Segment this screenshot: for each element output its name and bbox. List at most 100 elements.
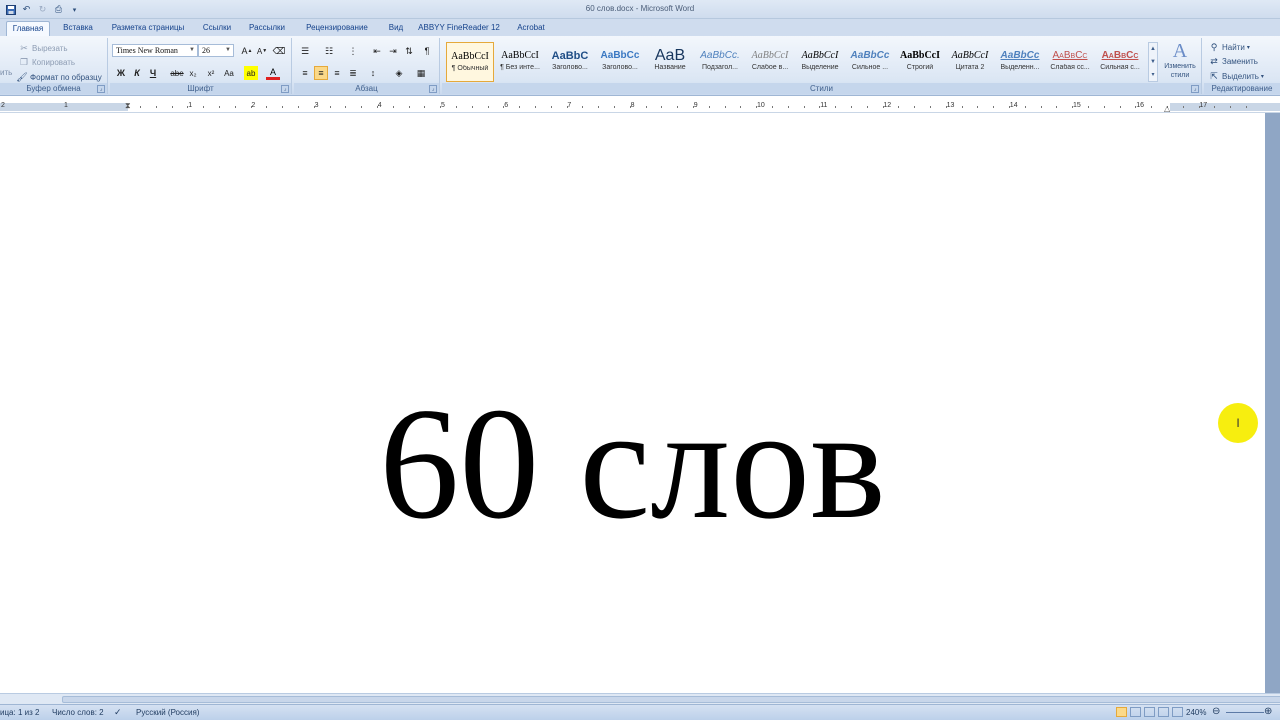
style-heading-1[interactable]: AaBbC Заголово...	[546, 42, 594, 82]
show-marks-icon[interactable]: ¶	[420, 44, 434, 58]
zoom-level[interactable]: 240%	[1186, 708, 1206, 717]
editing-group: ⚲ Найти ▾ ⇄ Заменить ⇱ Выделить ▾ Редакт…	[1204, 38, 1280, 94]
zoom-in-icon[interactable]: ⊕	[1264, 706, 1272, 717]
numbering-icon[interactable]: ☷	[322, 44, 336, 58]
grow-font-icon[interactable]: A ▲	[240, 44, 254, 58]
style-subtle-emphasis[interactable]: AaBbCcI Слабое в...	[746, 42, 794, 82]
font-size-combo[interactable]: 26 ▼	[198, 44, 234, 57]
style-intense-reference[interactable]: AaBbCc Сильная с...	[1096, 42, 1144, 82]
font-name-combo[interactable]: Times New Roman ▼	[112, 44, 198, 57]
ruler-tick	[519, 106, 521, 108]
clipboard-group: ить ✂ Вырезать ❐ Копировать 🖌 Формат по …	[0, 38, 108, 94]
shading-icon[interactable]: ◈	[392, 66, 406, 80]
tab-acrobat[interactable]: Acrobat	[510, 21, 552, 36]
subscript-button[interactable]: x₂	[186, 66, 200, 80]
vertical-scrollbar[interactable]	[1265, 113, 1280, 693]
justify-icon[interactable]: ≣	[346, 66, 360, 80]
zoom-out-icon[interactable]: ⊖	[1212, 706, 1220, 717]
ruler-tick	[787, 106, 789, 108]
horizontal-scroll-thumb[interactable]	[62, 696, 1280, 703]
shrink-font-icon[interactable]: A ▼	[255, 44, 269, 58]
draft-icon[interactable]	[1172, 707, 1183, 717]
language-indicator[interactable]: Русский (Россия)	[136, 708, 199, 717]
bold-button[interactable]: Ж	[114, 66, 128, 80]
style-no-spacing[interactable]: AaBbCcI ¶ Без инте...	[496, 42, 544, 82]
full-screen-icon[interactable]	[1130, 707, 1141, 717]
clipboard-launcher[interactable]: ⌟	[97, 85, 105, 93]
word-count[interactable]: Число слов: 2	[52, 708, 104, 717]
print-layout-icon[interactable]	[1116, 707, 1127, 717]
decrease-indent-icon[interactable]: ⇤	[370, 44, 384, 58]
ruler-tick	[977, 106, 979, 108]
style-sample: AaBbCc	[850, 50, 890, 61]
style-quote-2[interactable]: AaBbCcI Цитата 2	[946, 42, 994, 82]
tab-page-layout[interactable]: Разметка страницы	[106, 21, 190, 36]
ruler-tick	[471, 106, 473, 108]
styles-launcher[interactable]: ⌟	[1191, 85, 1199, 93]
paragraph-launcher[interactable]: ⌟	[429, 85, 437, 93]
style-subtitle[interactable]: AaBbCc. Подзагол...	[696, 42, 744, 82]
tab-review[interactable]: Рецензирование	[298, 21, 376, 36]
font-color-button[interactable]: A	[266, 66, 280, 80]
highlight-icon[interactable]: ab	[244, 66, 258, 80]
ruler-tick	[1214, 106, 1216, 108]
ruler-tick	[377, 106, 378, 108]
align-center-icon[interactable]: ≡	[314, 66, 328, 80]
font-launcher[interactable]: ⌟	[281, 85, 289, 93]
tab-references[interactable]: Ссылки	[198, 21, 236, 36]
right-indent-marker-icon[interactable]: △	[1164, 104, 1170, 113]
ruler-number: 11	[820, 102, 828, 109]
ruler-tick	[219, 106, 220, 108]
outline-icon[interactable]	[1158, 707, 1169, 717]
style-heading-2[interactable]: AaBbCc Заголово...	[596, 42, 644, 82]
paste-button[interactable]: ить	[0, 68, 12, 77]
replace-button[interactable]: ⇄ Заменить	[1208, 55, 1258, 67]
align-right-icon[interactable]: ≡	[330, 66, 344, 80]
web-layout-icon[interactable]	[1144, 707, 1155, 717]
underline-button[interactable]: Ч	[146, 66, 160, 80]
align-left-icon[interactable]: ≡	[298, 66, 312, 80]
mouse-cursor-highlight: I	[1218, 403, 1258, 443]
ruler-tick	[1103, 106, 1105, 108]
proofing-icon[interactable]: ✓	[114, 707, 122, 718]
change-case-button[interactable]: Aa	[222, 66, 236, 80]
sort-icon[interactable]: ⇅	[402, 44, 416, 58]
find-button[interactable]: ⚲ Найти ▾	[1208, 41, 1250, 53]
select-button[interactable]: ⇱ Выделить ▾	[1208, 70, 1264, 82]
strikethrough-button[interactable]: abe	[170, 66, 184, 80]
page-count[interactable]: ица: 1 из 2	[0, 708, 39, 717]
style-strong[interactable]: AaBbCcI Строгий	[896, 42, 944, 82]
multilevel-list-icon[interactable]: ⋮	[346, 44, 360, 58]
document-text[interactable]: 60 слов	[0, 383, 1265, 543]
borders-icon[interactable]: ▦	[414, 66, 428, 80]
styles-gallery-scroll[interactable]: ▲ ▼ ▾	[1148, 42, 1158, 82]
style-emphasis[interactable]: AaBbCcI Выделение	[796, 42, 844, 82]
style-intense-emphasis[interactable]: AaBbCc Сильное ...	[846, 42, 894, 82]
zoom-slider[interactable]	[1226, 712, 1264, 713]
indent-marker-icon[interactable]: ⧗	[125, 101, 131, 111]
horizontal-ruler[interactable]: 2 1 1 2 3 4 5 6 7 8 9 10 11 12 13 14 15 16 17 ⧗ △	[0, 101, 1280, 113]
superscript-button[interactable]: x²	[204, 66, 218, 80]
horizontal-scrollbar[interactable]	[0, 693, 1280, 704]
style-intense-quote[interactable]: AaBbCc Выделенн...	[996, 42, 1044, 82]
tab-home[interactable]: Главная	[6, 21, 50, 36]
italic-button[interactable]: К	[130, 66, 144, 80]
clear-format-icon[interactable]: ⌫	[272, 44, 286, 58]
cut-button[interactable]: ✂ Вырезать	[18, 42, 67, 54]
tab-view[interactable]: Вид	[384, 21, 408, 36]
tab-mailings[interactable]: Рассылки	[244, 21, 290, 36]
line-spacing-icon[interactable]: ↕	[366, 66, 380, 80]
chevron-down-icon: ▾	[1260, 73, 1264, 80]
tab-insert[interactable]: Вставка	[58, 21, 98, 36]
copy-button[interactable]: ❐ Копировать	[18, 56, 75, 68]
tab-abbyy[interactable]: ABBYY FineReader 12	[416, 21, 502, 36]
ruler-tick	[1151, 106, 1153, 108]
format-painter-button[interactable]: 🖌 Формат по образцу	[16, 71, 101, 83]
style-title[interactable]: AaB Название	[646, 42, 694, 82]
bullets-icon[interactable]: ☰	[298, 44, 312, 58]
document-page[interactable]: 60 слов I	[0, 113, 1265, 693]
style-subtle-reference[interactable]: AaBbCc Слабая сс...	[1046, 42, 1094, 82]
increase-indent-icon[interactable]: ⇥	[386, 44, 400, 58]
change-styles-button[interactable]: A Изменить стили	[1160, 40, 1200, 84]
style-normal[interactable]: AaBbCcI ¶ Обычный	[446, 42, 494, 82]
